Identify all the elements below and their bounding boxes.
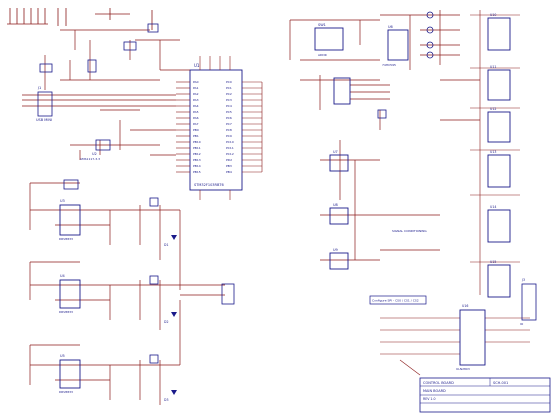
- sr-5: U14: [490, 205, 496, 209]
- schematic-sheet: PA0 PA1 PA2 PA3 PA4 PA5 PA6 PA7 PB0 PB1 …: [0, 0, 553, 414]
- title-company: CONTROL BOARD: [423, 381, 454, 385]
- mcu-left-pin-11: PB11: [193, 146, 201, 150]
- sr-2: U11: [490, 65, 496, 69]
- dip-label: ADDR: [318, 53, 327, 57]
- mcu-left-pin-14: PB14: [193, 164, 201, 168]
- driver-2-ref: U4: [60, 274, 66, 278]
- bottom-ic-label: ULN2803: [456, 367, 470, 371]
- title-rev: REV 1.0: [423, 397, 436, 401]
- relay-note: SIGNAL CONDITIONING: [392, 229, 427, 233]
- mcu-right-pin-10: PC10: [226, 140, 234, 144]
- connector-ref: J3: [521, 278, 525, 282]
- mcu-ref: U1: [194, 63, 200, 68]
- adc-3: U9: [333, 248, 338, 252]
- mcu-right-pin-6: PC6: [226, 116, 232, 120]
- driver-1-label: DRV8833: [59, 237, 73, 241]
- mcu-right-pin-1: PC1: [226, 86, 232, 90]
- usb-ref: J1: [37, 86, 41, 90]
- driver-2-label: DRV8833: [59, 310, 73, 314]
- title-doc: SCH-001: [493, 381, 508, 385]
- mcu-right-pin-15: PB4: [226, 170, 232, 174]
- mcu-left-pin-3: PA3: [193, 98, 199, 102]
- mcu-right-pin-12: PC12: [226, 152, 234, 156]
- mcu-left-pin-10: PB10: [193, 140, 201, 144]
- schematic-canvas: PA0 PA1 PA2 PA3 PA4 PA5 PA6 PA7 PB0 PB1 …: [0, 0, 553, 414]
- sr-4: U13: [490, 150, 496, 154]
- driver-3-ref: U5: [60, 354, 65, 358]
- title-name: MAIN BOARD: [423, 389, 446, 393]
- led-2: D2: [164, 320, 168, 324]
- dip-ref: SW1: [318, 23, 326, 27]
- mcu-right-pin-0: PC0: [226, 80, 232, 84]
- mcu-left-pin-0: PA0: [193, 80, 199, 84]
- sr-1: U10: [490, 13, 496, 17]
- mcu-left-pin-5: PA5: [193, 110, 199, 114]
- mcu-right-pin-13: PD2: [226, 158, 232, 162]
- mcu-right-pin-7: PC7: [226, 122, 232, 126]
- mcu-right-pin-3: PC3: [226, 98, 232, 102]
- mcu-left-pin-1: PA1: [193, 86, 199, 90]
- led-3: D3: [164, 398, 168, 402]
- mcu-left-pin-4: PA4: [193, 104, 199, 108]
- mux-label: 74HC595: [382, 63, 396, 67]
- mcu-left-pin-15: PB15: [193, 170, 201, 174]
- mux-ref: U6: [388, 25, 393, 29]
- mcu-right-pin-14: PB3: [226, 164, 232, 168]
- mcu-right-pin-4: PC4: [226, 104, 232, 108]
- mcu-right-pin-8: PC8: [226, 128, 232, 132]
- sr-3: U12: [490, 107, 496, 111]
- notes-text: Configure SPI - CS0 / CS1 / CS2: [372, 299, 419, 303]
- bottom-ic-ref: U16: [462, 304, 468, 308]
- mcu-right-pin-2: PC2: [226, 92, 232, 96]
- reg-ref: U2: [92, 152, 97, 156]
- mcu-left-pin-12: PB12: [193, 152, 201, 156]
- mcu-left-pin-9: PB1: [193, 134, 199, 138]
- mcu-left-pin-8: PB0: [193, 128, 199, 132]
- mcu-right-pin-11: PC11: [226, 146, 234, 150]
- led-1: D1: [164, 243, 168, 247]
- usb-label: USB MINI: [36, 118, 52, 122]
- driver-1-ref: U3: [60, 199, 65, 203]
- adc-2: U8: [333, 203, 338, 207]
- mcu-right-pin-5: PC5: [226, 110, 232, 114]
- mcu-left-pin-13: PB13: [193, 158, 201, 162]
- mcu-left-pin-7: PA7: [193, 122, 199, 126]
- mcu-part: STM32F103RBT6: [194, 183, 224, 187]
- sr-6: U15: [490, 260, 496, 264]
- reg-label: AMS1117-3.3: [80, 157, 100, 161]
- mcu-left-pin-2: PA2: [193, 92, 199, 96]
- adc-1: U7: [333, 150, 338, 154]
- driver-3-label: DRV8833: [59, 390, 73, 394]
- mcu-right-pin-9: PC9: [226, 134, 232, 138]
- mcu-left-pin-6: PA6: [193, 116, 199, 120]
